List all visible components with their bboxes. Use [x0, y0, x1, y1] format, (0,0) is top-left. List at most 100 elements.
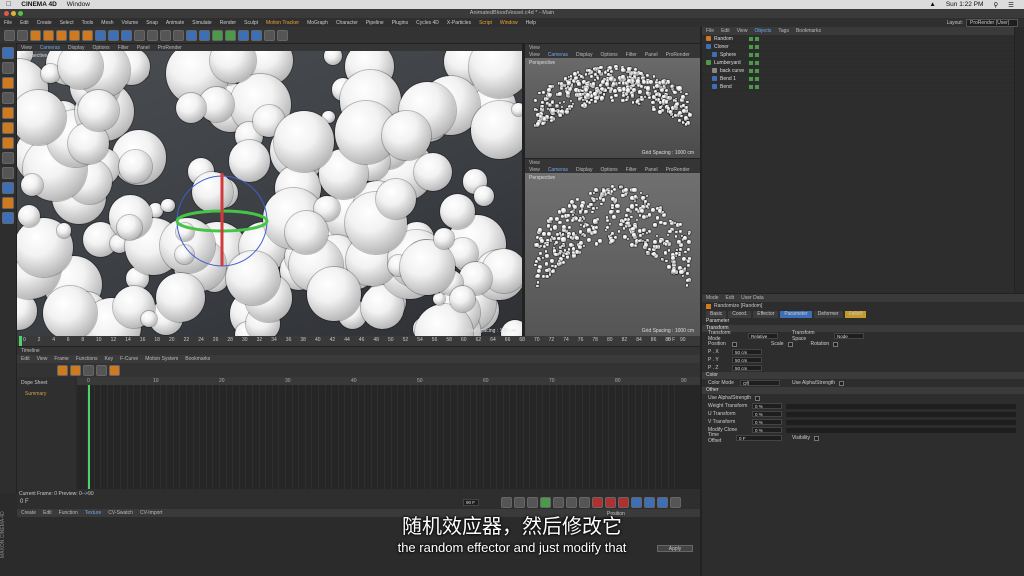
attr-tab[interactable]: Basic — [706, 310, 727, 318]
floor-icon[interactable] — [251, 29, 262, 41]
main-menu-item[interactable]: Character — [336, 20, 358, 26]
close-window-icon[interactable] — [4, 11, 9, 16]
main-menu-item[interactable]: Window — [500, 20, 518, 26]
object-visibility-toggle[interactable] — [749, 36, 753, 41]
prev-frame-icon[interactable] — [527, 497, 538, 508]
minimize-window-icon[interactable] — [11, 11, 16, 16]
timeline-menu-item[interactable]: Bookmarks — [185, 356, 210, 362]
transform-gizmo[interactable] — [17, 51, 522, 336]
main-menu-item[interactable]: Motion Tracker — [266, 20, 299, 26]
zoom-window-icon[interactable] — [18, 11, 23, 16]
model-mode-icon[interactable] — [2, 62, 14, 74]
object-row[interactable]: back curve — [702, 67, 1014, 75]
object-row[interactable]: Random — [702, 35, 1014, 43]
timeline-menu-item[interactable]: View — [37, 356, 48, 362]
mac-window-menu[interactable]: Window — [67, 1, 90, 8]
play-icon[interactable] — [540, 497, 551, 508]
color-mode-select[interactable]: Off — [740, 380, 780, 386]
object-visibility-toggle[interactable] — [749, 76, 753, 81]
viewport-menu-item[interactable]: Options — [92, 45, 109, 51]
main-menu-item[interactable]: Help — [526, 20, 536, 26]
viewport-menu-item[interactable]: Cameras — [40, 45, 60, 51]
object-name[interactable]: back curve — [720, 68, 744, 74]
viewport-menu-item[interactable]: Display — [68, 45, 84, 51]
main-viewport[interactable]: Perspective Grid Spacing : 100 cm — [17, 51, 522, 336]
go-end-icon[interactable] — [579, 497, 590, 508]
dopesheet-ruler[interactable]: 0 10 20 30 40 50 60 70 80 90 — [77, 377, 700, 385]
viewport-menu-item[interactable]: Cameras — [548, 167, 568, 173]
object-name[interactable]: Sphere — [720, 52, 736, 58]
viewport-menu-item[interactable]: Display — [576, 167, 592, 173]
color-section[interactable]: Color — [702, 372, 1024, 379]
timeline-menu-item[interactable]: F-Curve — [120, 356, 138, 362]
attr-menu-item[interactable]: User Data — [741, 295, 764, 301]
ruler-playhead[interactable] — [19, 336, 22, 346]
bottom-right-viewport[interactable]: Perspective Grid Spacing : 1000 cm — [525, 173, 700, 336]
menu-list-icon[interactable]: ☰ — [1008, 1, 1014, 9]
snap-icon[interactable] — [2, 182, 14, 194]
objects-menu-item[interactable]: File — [706, 28, 714, 34]
key-remove-icon[interactable] — [70, 364, 81, 376]
layout-select[interactable]: ProRender (User) — [966, 18, 1018, 27]
record-key-icon[interactable] — [592, 497, 603, 508]
live-selection-icon[interactable] — [30, 29, 41, 41]
viewport-menu-item[interactable]: Panel — [645, 52, 658, 58]
u-transform-field[interactable]: 0 % — [752, 411, 782, 417]
right-side-tabs[interactable] — [1015, 27, 1024, 293]
object-row[interactable]: Lumberyard — [702, 59, 1014, 67]
next-frame-icon[interactable] — [553, 497, 564, 508]
key-mode-icon[interactable] — [83, 364, 94, 376]
object-name[interactable]: Lumberyard — [714, 60, 741, 66]
polygons-mode-icon[interactable] — [2, 137, 14, 149]
objects-menu-item[interactable]: Tags — [778, 28, 789, 34]
viewport-menu-item[interactable]: Panel — [645, 167, 658, 173]
visibility-checkbox[interactable] — [813, 435, 819, 441]
planar-workplane-icon[interactable] — [2, 212, 14, 224]
param-key-icon[interactable] — [670, 497, 681, 508]
main-menu-item[interactable]: Select — [60, 20, 74, 26]
scale-key-icon[interactable] — [644, 497, 655, 508]
viewport-menu-item[interactable]: Filter — [626, 167, 637, 173]
object-name[interactable]: Cloner — [714, 44, 729, 50]
wifi-icon[interactable]: ▲ — [929, 1, 935, 8]
main-menu-item[interactable]: Cycles 4D — [416, 20, 439, 26]
transform-section[interactable]: Transform — [702, 325, 1024, 332]
viewport-menu-item[interactable]: View — [529, 167, 540, 173]
weight-transform-field[interactable]: 0 % — [752, 403, 782, 409]
x-axis-icon[interactable] — [95, 29, 106, 41]
viewport-menu-item[interactable]: Display — [576, 52, 592, 58]
attr-tab[interactable]: Coord. — [728, 310, 752, 318]
attr-menu-item[interactable]: Edit — [726, 295, 735, 301]
color-alpha-checkbox[interactable] — [839, 380, 845, 386]
viewport-menu-item[interactable]: View — [21, 45, 32, 51]
viewport-menu-item[interactable]: Filter — [118, 45, 129, 51]
object-enable-toggle[interactable] — [755, 68, 759, 73]
frame-end-field[interactable]: 90 F — [463, 499, 479, 506]
object-enable-toggle[interactable] — [755, 76, 759, 81]
v-transform-slider[interactable] — [786, 419, 1016, 425]
rotation-key-icon[interactable] — [657, 497, 668, 508]
main-menu-item[interactable]: File — [4, 20, 12, 26]
render-view-icon[interactable] — [147, 29, 158, 41]
deformer-icon[interactable] — [238, 29, 249, 41]
object-name[interactable]: Bend 1 — [720, 76, 736, 82]
main-menu-item[interactable]: X-Particles — [447, 20, 471, 26]
make-editable-icon[interactable] — [2, 47, 14, 59]
use-alpha-checkbox[interactable] — [755, 395, 761, 401]
object-row[interactable]: Sphere — [702, 51, 1014, 59]
timeline-menu-item[interactable]: Edit — [21, 356, 30, 362]
time-offset-field[interactable]: 0 F — [736, 435, 782, 441]
object-visibility-toggle[interactable] — [749, 44, 753, 49]
timeline-menu-item[interactable]: Motion System — [145, 356, 178, 362]
viewport-menu-item[interactable]: ProRender — [666, 52, 690, 58]
scale-tool-icon[interactable] — [56, 29, 67, 41]
object-enable-toggle[interactable] — [755, 52, 759, 57]
next-key-icon[interactable] — [566, 497, 577, 508]
move-tool-icon[interactable] — [43, 29, 54, 41]
weight-transform-slider[interactable] — [786, 403, 1016, 409]
main-menu-item[interactable]: Edit — [20, 20, 29, 26]
z-axis-icon[interactable] — [121, 29, 132, 41]
apple-icon[interactable]:  — [6, 1, 11, 8]
attr-menu-item[interactable]: Mode — [706, 295, 719, 301]
object-enable-toggle[interactable] — [755, 60, 759, 65]
